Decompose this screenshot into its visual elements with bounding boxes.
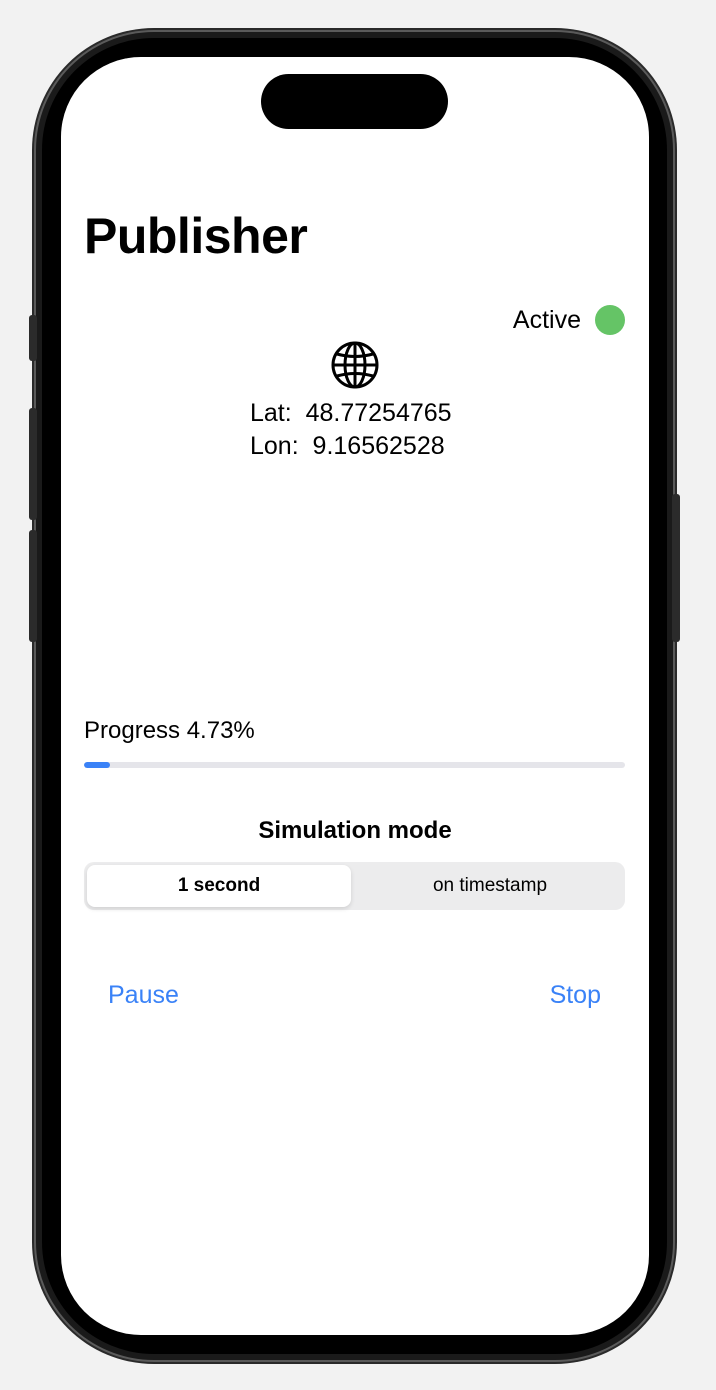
pause-button[interactable]: Pause	[108, 981, 179, 1010]
progress-fill	[84, 762, 110, 768]
stop-button[interactable]: Stop	[550, 981, 601, 1010]
action-button	[29, 315, 37, 361]
power-button	[672, 494, 680, 642]
app-screen: Publisher Active Lat: 48.77254765 Lon: 9…	[61, 57, 649, 1335]
status-dot	[595, 305, 625, 335]
segment-on-timestamp[interactable]: on timestamp	[358, 865, 622, 907]
status-indicator: Active	[513, 305, 625, 335]
volume-up-button	[29, 408, 37, 520]
globe-icon	[331, 341, 379, 389]
simulation-mode-picker[interactable]: 1 second on timestamp	[84, 862, 625, 910]
page-title: Publisher	[84, 208, 308, 264]
longitude-text: Lon: 9.16562528	[250, 432, 445, 460]
volume-down-button	[29, 530, 37, 642]
dynamic-island	[261, 74, 448, 129]
latitude-text: Lat: 48.77254765	[250, 399, 452, 427]
segment-1-second[interactable]: 1 second	[87, 865, 351, 907]
status-label: Active	[512, 305, 581, 334]
progress-label: Progress 4.73%	[84, 717, 255, 744]
progress-bar	[84, 762, 625, 768]
simulation-mode-title: Simulation mode	[258, 817, 452, 844]
